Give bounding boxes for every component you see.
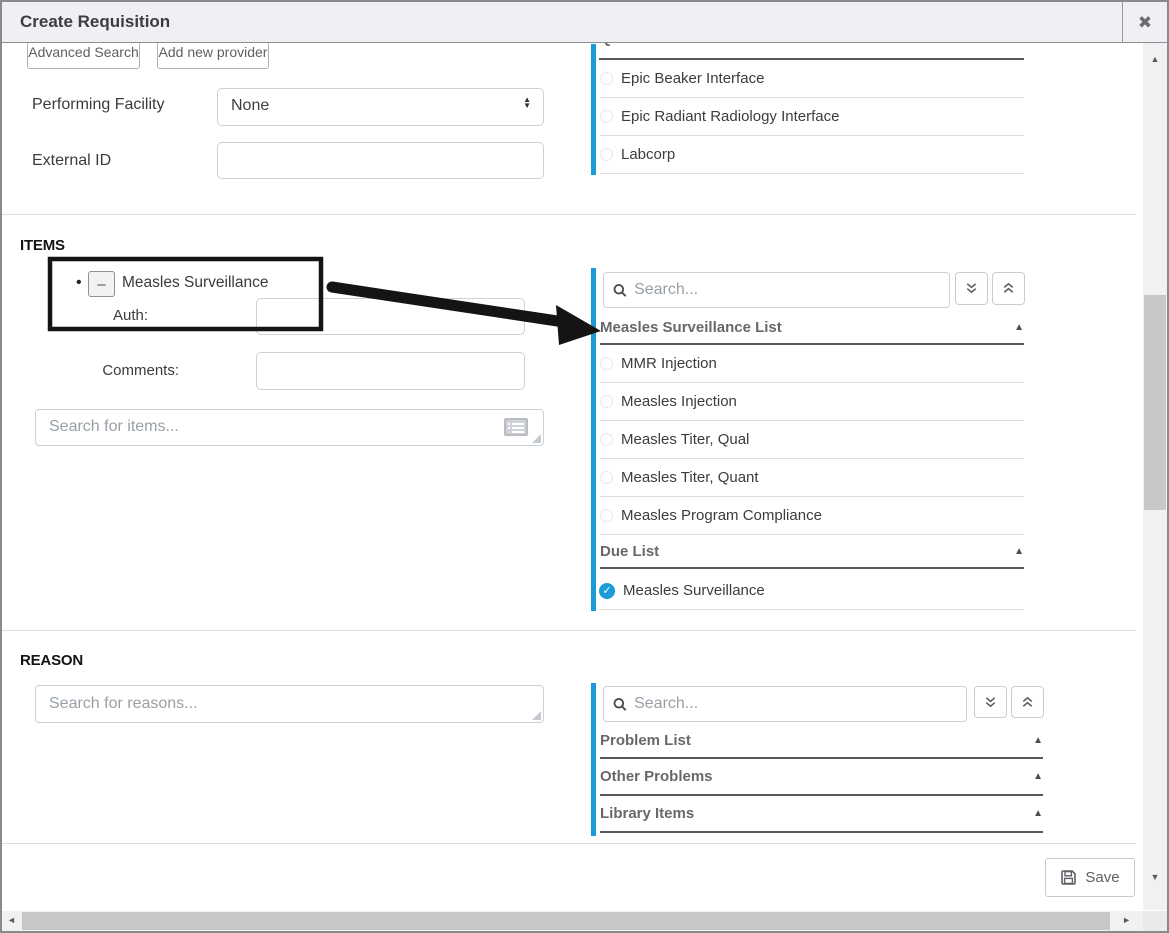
group-underline <box>600 567 1024 569</box>
items-panel-search-input[interactable] <box>634 274 949 306</box>
collapse-triangle-icon: ▲ <box>1014 322 1024 333</box>
group-header-problem-list[interactable]: Problem List ▲ <box>600 732 1043 749</box>
double-chevron-down-icon <box>964 281 979 296</box>
scrollbar-corner <box>1143 911 1167 931</box>
reason-panel-search-input[interactable] <box>634 688 966 720</box>
auth-field-wrap <box>256 298 525 335</box>
add-new-provider-button[interactable]: Add new provider <box>157 43 269 69</box>
items-section-header: ITEMS <box>20 237 65 254</box>
group-header-due-list[interactable]: Due List ▲ <box>600 543 1024 560</box>
list-item[interactable]: Epic Radiant Radiology Interface <box>600 98 1024 136</box>
group-underline <box>600 757 1043 759</box>
expand-all-button[interactable] <box>974 686 1007 718</box>
list-item-selected[interactable]: ✓ Measles Surveillance <box>599 572 1024 610</box>
scroll-up-icon[interactable]: ▲ <box>1143 55 1167 64</box>
save-button[interactable]: Save <box>1045 858 1135 897</box>
unchecked-circle-icon <box>600 433 613 446</box>
double-chevron-up-icon <box>1001 281 1016 296</box>
external-id-field-wrap <box>217 142 544 179</box>
search-icon <box>613 283 627 298</box>
unchecked-circle-icon <box>600 110 613 123</box>
list-item[interactable]: Measles Injection <box>600 383 1024 421</box>
auth-input[interactable] <box>257 299 524 334</box>
close-button[interactable]: ✖ <box>1122 2 1167 43</box>
list-item[interactable]: Measles Program Compliance <box>600 497 1024 535</box>
close-icon: ✖ <box>1138 13 1152 32</box>
group-underline <box>600 794 1043 796</box>
selected-item-name: Measles Surveillance <box>122 274 268 292</box>
items-search-input[interactable] <box>36 410 543 445</box>
group-underline <box>600 831 1043 833</box>
comments-field-wrap <box>256 352 525 390</box>
search-icon <box>613 697 627 712</box>
comments-label: Comments: <box>82 362 179 379</box>
list-item[interactable]: Measles Titer, Qual <box>600 421 1024 459</box>
dialog-titlebar: Create Requisition ✖ <box>2 2 1167 43</box>
unchecked-circle-icon <box>600 148 613 161</box>
unchecked-circle-icon <box>600 509 613 522</box>
quick-list-header: Quick List <box>600 43 673 47</box>
reason-panel-search-wrap <box>603 686 967 722</box>
double-chevron-down-icon <box>983 695 998 710</box>
list-icon <box>503 417 529 437</box>
auth-label: Auth: <box>62 307 148 324</box>
advanced-search-button[interactable]: Advanced Search <box>27 43 140 69</box>
items-panel-search-wrap <box>603 272 950 308</box>
collapse-triangle-icon: ▲ <box>1014 546 1024 557</box>
unchecked-circle-icon <box>600 395 613 408</box>
performing-facility-value: None <box>218 89 543 115</box>
external-id-label: External ID <box>32 152 111 170</box>
reason-panel-accent-bar <box>591 683 596 836</box>
group-header-measles-surveillance-list[interactable]: Measles Surveillance List ▲ <box>600 319 1024 336</box>
section-divider <box>2 630 1136 631</box>
group-header-other-problems[interactable]: Other Problems ▲ <box>600 768 1043 785</box>
select-updown-icon: ▲▼ <box>523 97 531 109</box>
comments-input[interactable] <box>257 353 524 389</box>
save-icon <box>1060 869 1077 886</box>
quick-list-accent-bar <box>591 44 596 175</box>
reason-search-wrap <box>35 685 544 723</box>
list-item[interactable]: Measles Titer, Quant <box>600 459 1024 497</box>
item-list-picker-button[interactable] <box>499 416 533 440</box>
dialog-title: Create Requisition <box>20 12 170 32</box>
list-item[interactable]: MMR Injection <box>600 345 1024 383</box>
unchecked-circle-icon <box>600 471 613 484</box>
reason-section-header: REASON <box>20 652 83 669</box>
resize-handle[interactable] <box>532 711 541 720</box>
vertical-scrollbar[interactable]: ▲ ▼ <box>1143 43 1167 910</box>
collapse-all-button[interactable] <box>1011 686 1044 718</box>
list-item[interactable]: Labcorp <box>600 136 1024 174</box>
items-panel-accent-bar <box>591 268 596 611</box>
expand-all-button[interactable] <box>955 272 988 305</box>
list-item[interactable]: Epic Beaker Interface <box>600 60 1024 98</box>
performing-facility-select[interactable]: None ▲▼ <box>217 88 544 126</box>
item-bullet: • <box>76 274 82 292</box>
collapse-all-button[interactable] <box>992 272 1025 305</box>
remove-item-button[interactable]: – <box>88 271 115 297</box>
section-divider <box>2 214 1136 215</box>
horizontal-scrollbar[interactable]: ◄ ► <box>2 911 1143 931</box>
scroll-down-icon[interactable]: ▼ <box>1143 873 1167 882</box>
resize-handle[interactable] <box>532 434 541 443</box>
external-id-input[interactable] <box>218 143 543 178</box>
reason-search-input[interactable] <box>36 686 543 722</box>
horizontal-scrollbar-thumb[interactable] <box>22 912 1110 930</box>
performing-facility-label: Performing Facility <box>32 96 164 114</box>
scroll-left-icon[interactable]: ◄ <box>7 916 16 925</box>
create-requisition-dialog: Create Requisition ✖ Advanced Search Add… <box>0 0 1169 933</box>
collapse-triangle-icon: ▲ <box>1033 808 1043 819</box>
vertical-scrollbar-thumb[interactable] <box>1144 295 1166 510</box>
items-search-wrap <box>35 409 544 446</box>
unchecked-circle-icon <box>600 72 613 85</box>
unchecked-circle-icon <box>600 357 613 370</box>
collapse-triangle-icon: ▲ <box>1033 735 1043 746</box>
double-chevron-up-icon <box>1020 695 1035 710</box>
scroll-right-icon[interactable]: ► <box>1122 916 1131 925</box>
checked-circle-icon: ✓ <box>599 583 615 599</box>
footer-divider <box>2 843 1136 844</box>
collapse-triangle-icon: ▲ <box>1033 771 1043 782</box>
dialog-content: Advanced Search Add new provider Perform… <box>2 43 1143 910</box>
group-header-library-items[interactable]: Library Items ▲ <box>600 805 1043 822</box>
